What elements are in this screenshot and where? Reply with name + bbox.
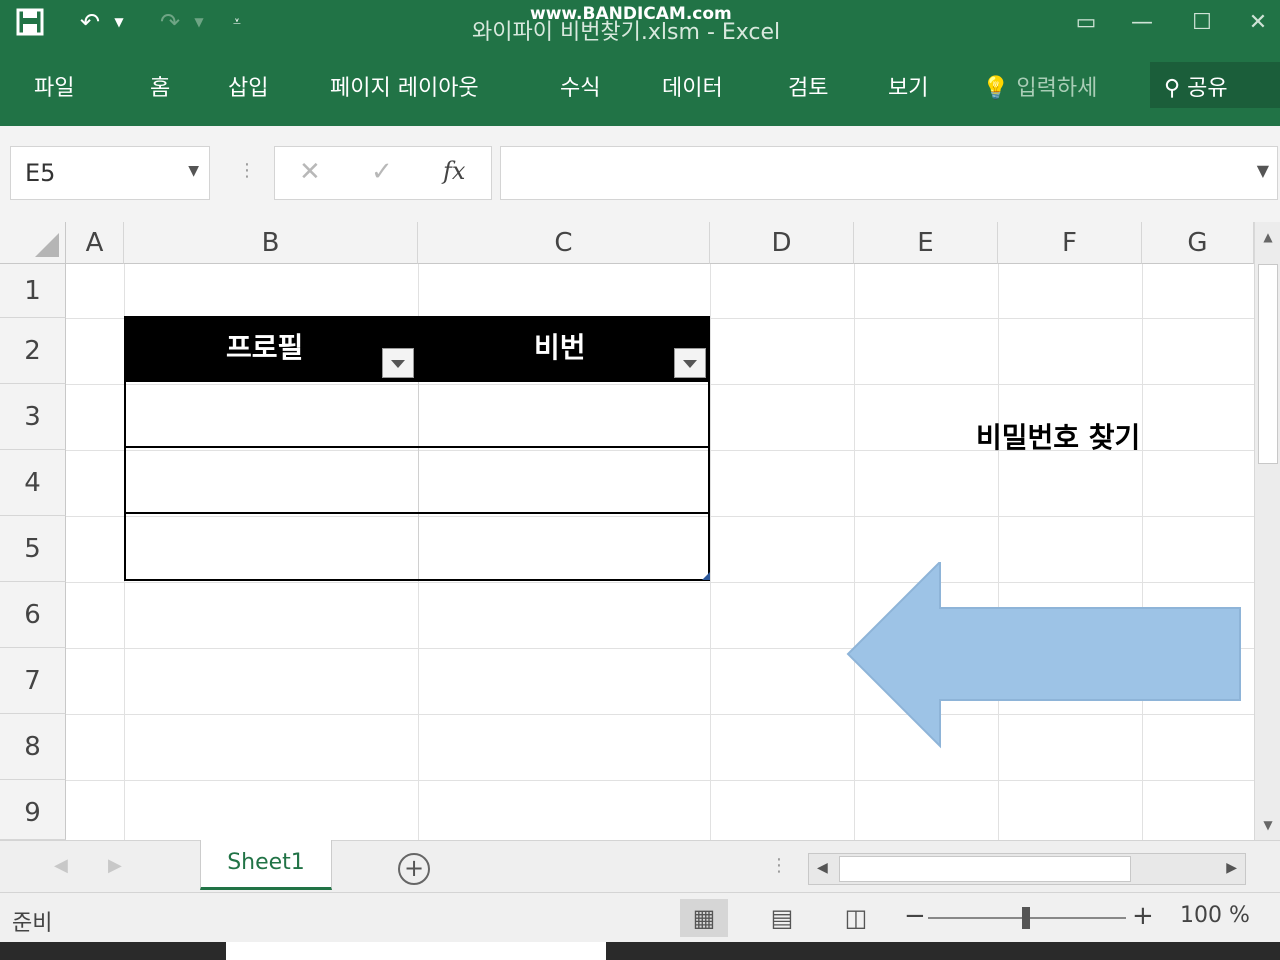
scroll-thumb[interactable] (1258, 264, 1278, 464)
status-ready: 준비 (12, 911, 53, 936)
row-header-9[interactable]: 9 (0, 780, 66, 840)
enter-icon[interactable]: ✓ (371, 157, 393, 187)
column-header-b[interactable]: B (124, 222, 418, 264)
expand-formula-icon[interactable]: ▼ (1257, 161, 1269, 180)
scroll-down-icon[interactable]: ▼ (1255, 818, 1280, 840)
row-header-6[interactable]: 6 (0, 582, 66, 648)
row-header-1[interactable]: 1 (0, 264, 66, 318)
find-password-arrow-shape[interactable] (846, 562, 1246, 752)
column-header-d[interactable]: D (710, 222, 854, 264)
cancel-icon[interactable]: ✕ (299, 157, 321, 187)
redo-icon[interactable]: ↷ (150, 6, 190, 38)
tab-view[interactable]: 보기 (888, 70, 928, 102)
taskbar-strip (0, 942, 1280, 960)
table-header-profile[interactable]: 프로필 (226, 326, 303, 366)
ribbon-tabs: 파일 홈 삽입 페이지 레이아웃 수식 데이터 검토 보기 💡 입력하세 ⚲ 공… (0, 56, 1280, 126)
tab-file[interactable]: 파일 (34, 70, 74, 102)
redo-dropdown-icon[interactable]: ▼ (190, 6, 208, 38)
chevron-down-icon[interactable]: ▼ (188, 163, 199, 179)
lightbulb-icon: 💡 (982, 76, 1010, 101)
column-header-e[interactable]: E (854, 222, 998, 264)
drag-handle-icon[interactable]: ⋮ (238, 160, 256, 181)
row-header-3[interactable]: 3 (0, 384, 66, 450)
close-icon[interactable]: ✕ (1238, 6, 1278, 38)
tab-page-layout[interactable]: 페이지 레이아웃 (330, 70, 479, 102)
tell-me-search[interactable]: 💡 입력하세 (982, 70, 1097, 102)
zoom-in-icon[interactable]: + (1132, 901, 1154, 931)
zoom-out-icon[interactable]: − (904, 901, 926, 931)
column-header-c[interactable]: C (418, 222, 710, 264)
row-header-4[interactable]: 4 (0, 450, 66, 516)
tab-home[interactable]: 홈 (150, 70, 170, 102)
zoom-level[interactable]: 100 % (1180, 903, 1250, 928)
gridline (998, 264, 999, 840)
undo-dropdown-icon[interactable]: ▼ (110, 6, 128, 38)
insert-function-icon[interactable]: fx (443, 157, 465, 185)
column-header-g[interactable]: G (1142, 222, 1254, 264)
status-bar: 준비 ▦ ▤ ◫ − + 100 % (0, 892, 1280, 942)
sheet-prev-icon[interactable]: ◀ (54, 855, 68, 876)
worksheet-grid[interactable]: A B C D E F G 1 2 3 4 5 6 7 8 9 프로필 비번 비… (0, 222, 1280, 840)
row-header-5[interactable]: 5 (0, 516, 66, 582)
gridline (1142, 264, 1143, 840)
scroll-right-icon[interactable]: ▶ (1226, 860, 1237, 876)
table-column-divider (418, 382, 419, 579)
save-icon[interactable] (12, 6, 48, 38)
person-add-icon: ⚲ (1164, 76, 1181, 101)
filter-dropdown-icon[interactable] (674, 348, 706, 378)
find-password-label[interactable]: 비밀번호 찾기 (976, 416, 1140, 456)
scroll-left-icon[interactable]: ◀ (817, 860, 828, 876)
share-button[interactable]: ⚲ 공유 (1150, 62, 1280, 108)
formula-input[interactable]: ▼ (500, 146, 1278, 200)
gridline (66, 780, 1256, 781)
customize-toolbar-icon[interactable]: ⩡ (226, 6, 248, 38)
row-header-7[interactable]: 7 (0, 648, 66, 714)
row-header-8[interactable]: 8 (0, 714, 66, 780)
table-header-password[interactable]: 비번 (534, 326, 586, 366)
formula-buttons: ✕ ✓ fx (274, 146, 492, 200)
tab-splitter-icon[interactable]: ⋮ (770, 855, 788, 876)
tab-review[interactable]: 검토 (788, 70, 828, 102)
minimize-icon[interactable]: — (1122, 6, 1162, 38)
normal-view-icon[interactable]: ▦ (680, 899, 728, 937)
zoom-slider-knob[interactable] (1022, 907, 1030, 929)
sheet-tab-sheet1[interactable]: Sheet1 (200, 840, 332, 890)
column-header-a[interactable]: A (66, 222, 124, 264)
tell-me-text: 입력하세 (1016, 76, 1098, 101)
gridline (854, 264, 855, 840)
tab-insert[interactable]: 삽입 (228, 70, 268, 102)
sheet-tab-bar: ◀ ▶ Sheet1 + ⋮ ◀ ▶ (0, 840, 1280, 892)
recording-watermark: www.BANDICAM.com (530, 4, 732, 24)
horizontal-scroll-thumb[interactable] (839, 856, 1131, 882)
table-row-divider (126, 446, 708, 448)
ribbon-display-icon[interactable]: ▭ (1066, 6, 1106, 38)
horizontal-scrollbar[interactable]: ◀ ▶ (808, 853, 1246, 885)
share-label: 공유 (1187, 76, 1228, 101)
tab-formulas[interactable]: 수식 (560, 70, 600, 102)
row-header-2[interactable]: 2 (0, 318, 66, 384)
filter-dropdown-icon[interactable] (382, 348, 414, 378)
tab-data[interactable]: 데이터 (662, 70, 723, 102)
table-row-divider (126, 512, 708, 514)
sheet-next-icon[interactable]: ▶ (108, 855, 122, 876)
table-body[interactable] (124, 382, 710, 581)
add-sheet-icon[interactable]: + (398, 853, 430, 885)
name-box-value: E5 (25, 159, 56, 187)
title-bar: ↶ ▼ ↷ ▼ ⩡ 와이파이 비번찾기.xlsm - Excel www.BAN… (0, 0, 1280, 56)
table-header-row: 프로필 비번 (124, 316, 710, 382)
page-break-view-icon[interactable]: ◫ (832, 899, 880, 937)
select-all-button[interactable] (0, 222, 66, 264)
gridline (710, 264, 711, 840)
formula-bar: E5 ▼ ⋮ ✕ ✓ fx ▼ (0, 126, 1280, 222)
page-layout-view-icon[interactable]: ▤ (758, 899, 806, 937)
undo-icon[interactable]: ↶ (70, 6, 110, 38)
name-box[interactable]: E5 ▼ (10, 146, 210, 200)
vertical-scrollbar[interactable]: ▲ ▼ (1254, 222, 1280, 840)
maximize-icon[interactable]: ☐ (1182, 6, 1222, 38)
column-header-f[interactable]: F (998, 222, 1142, 264)
scroll-up-icon[interactable]: ▲ (1255, 230, 1280, 252)
